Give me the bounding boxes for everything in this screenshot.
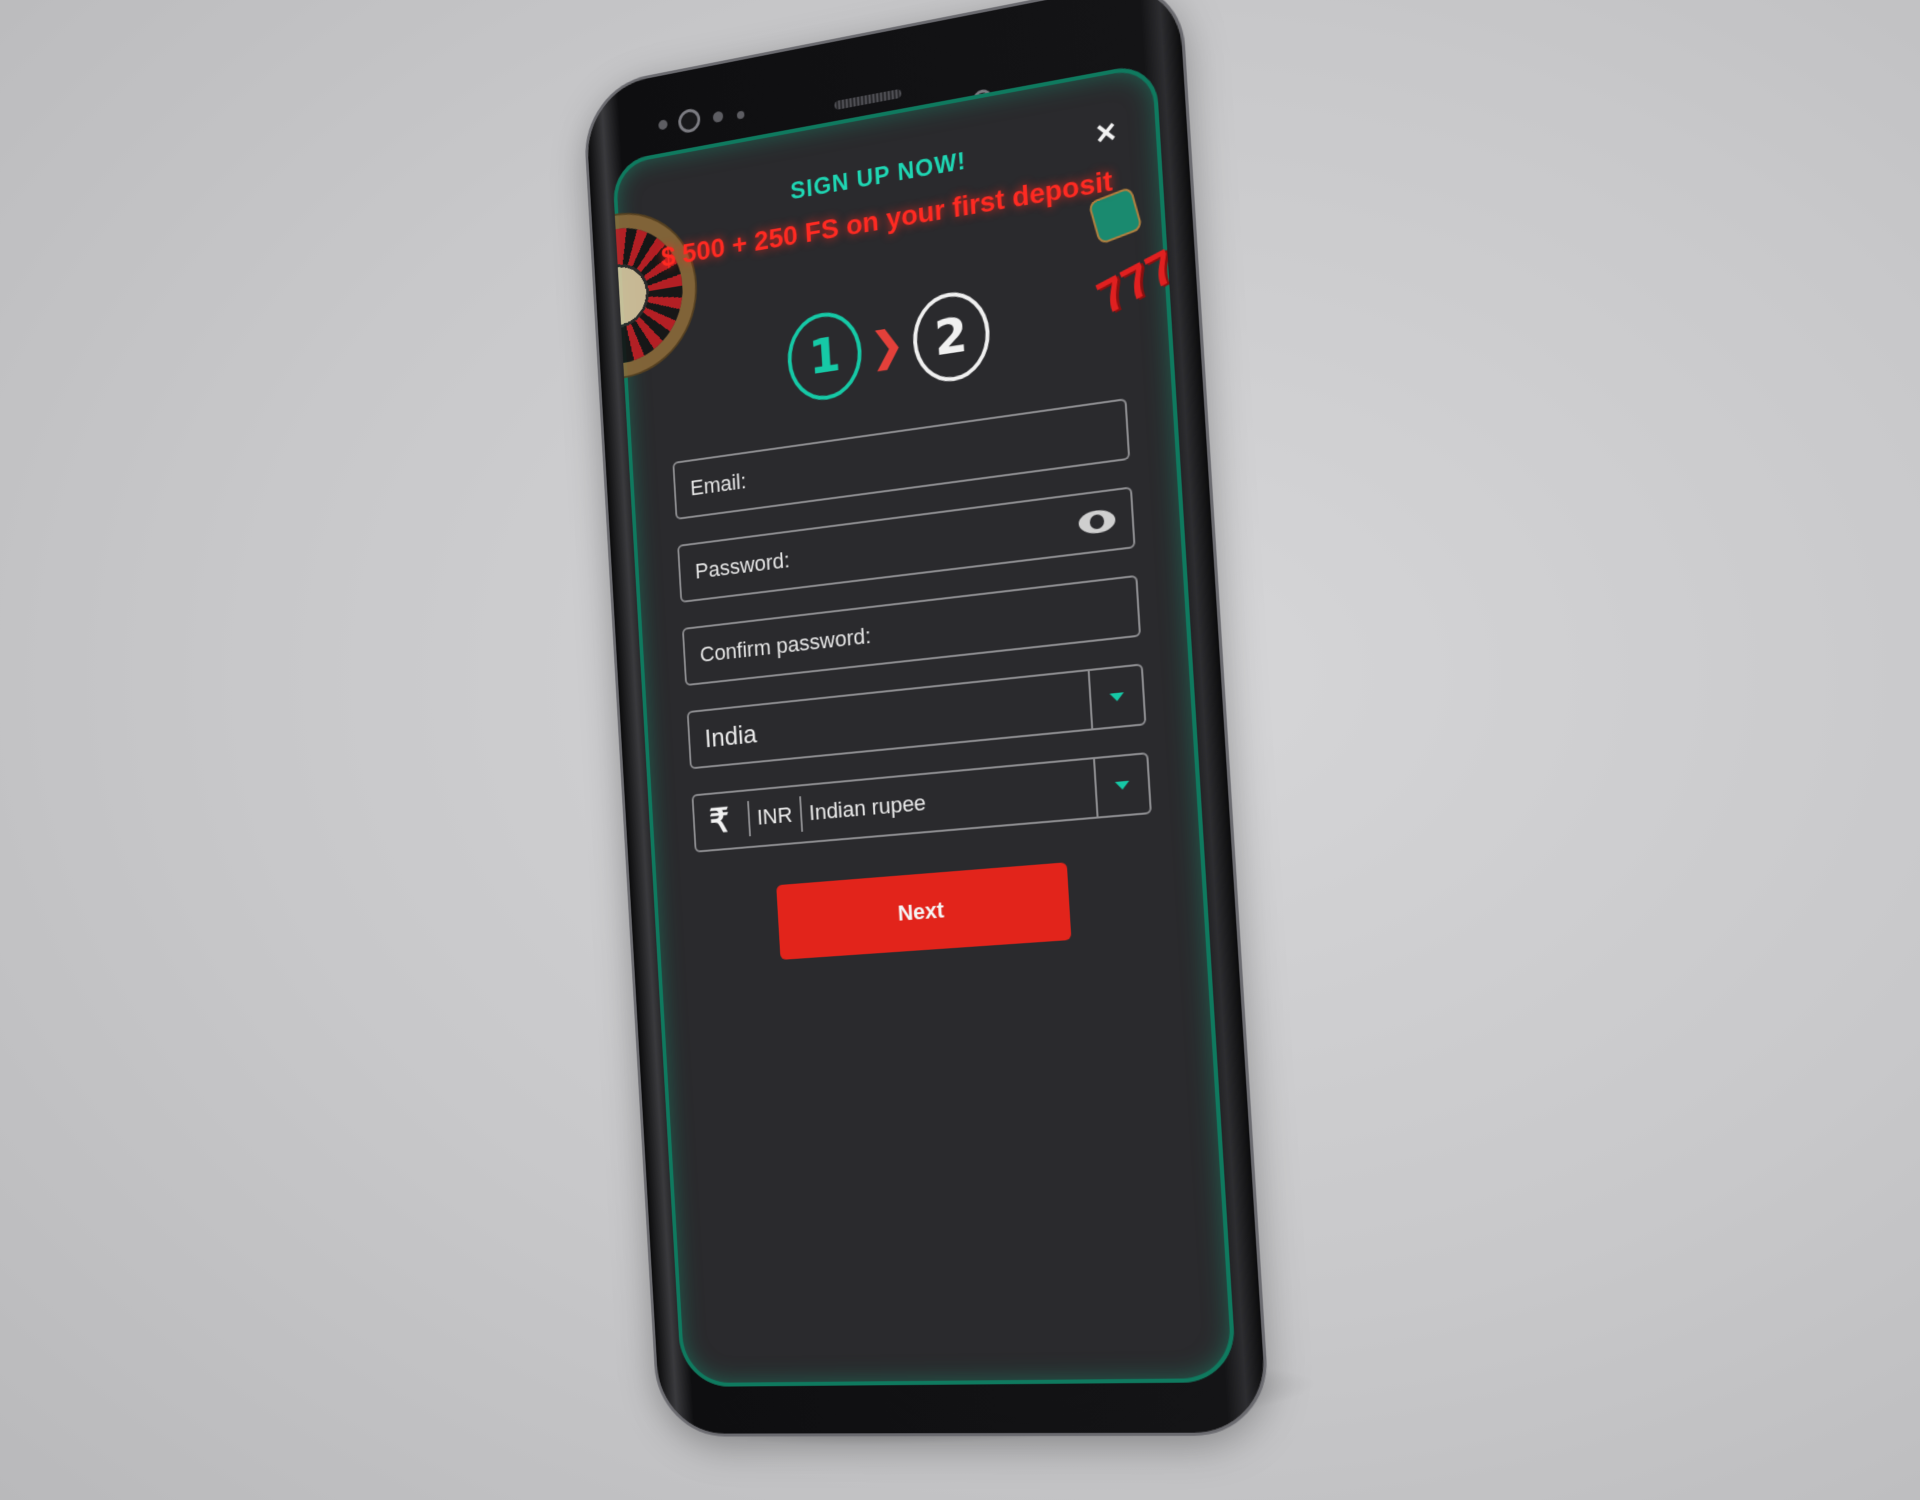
country-select[interactable]: India: [687, 663, 1147, 769]
currency-name: Indian rupee: [808, 771, 1132, 826]
next-button[interactable]: Next: [776, 862, 1071, 960]
step-1-active: 1: [786, 307, 865, 405]
country-selected-value: India: [704, 680, 1127, 754]
divider: [747, 801, 751, 836]
earpiece-speaker: [834, 89, 901, 110]
divider: [799, 796, 803, 832]
confirm-password-input[interactable]: [699, 594, 1121, 667]
password-input[interactable]: [694, 511, 1079, 585]
eye-pupil: [1087, 511, 1106, 532]
step-arrow-icon: ❯: [870, 321, 905, 372]
chevron-down-icon[interactable]: [1110, 692, 1125, 702]
rupee-icon: ₹: [708, 800, 741, 842]
email-input[interactable]: [690, 418, 1111, 501]
show-password-eye-icon[interactable]: [1078, 508, 1116, 535]
front-camera-icon: [678, 107, 701, 134]
sensor-icon: [658, 119, 668, 130]
chevron-down-icon[interactable]: [1115, 781, 1130, 791]
step-2-inactive: 2: [910, 287, 991, 387]
currency-select[interactable]: ₹ INR Indian rupee: [691, 752, 1151, 853]
phone-screen: 777 × SIGN UP NOW! $ 500 + 250 FS on you…: [612, 62, 1237, 1387]
phone-mockup: 777 × SIGN UP NOW! $ 500 + 250 FS on you…: [584, 0, 1267, 1434]
sensor-icon: [713, 111, 724, 124]
sensor-icon: [737, 110, 745, 119]
signup-form: India ₹ INR Indian rupee Next: [672, 398, 1159, 965]
currency-code: INR: [756, 802, 793, 831]
